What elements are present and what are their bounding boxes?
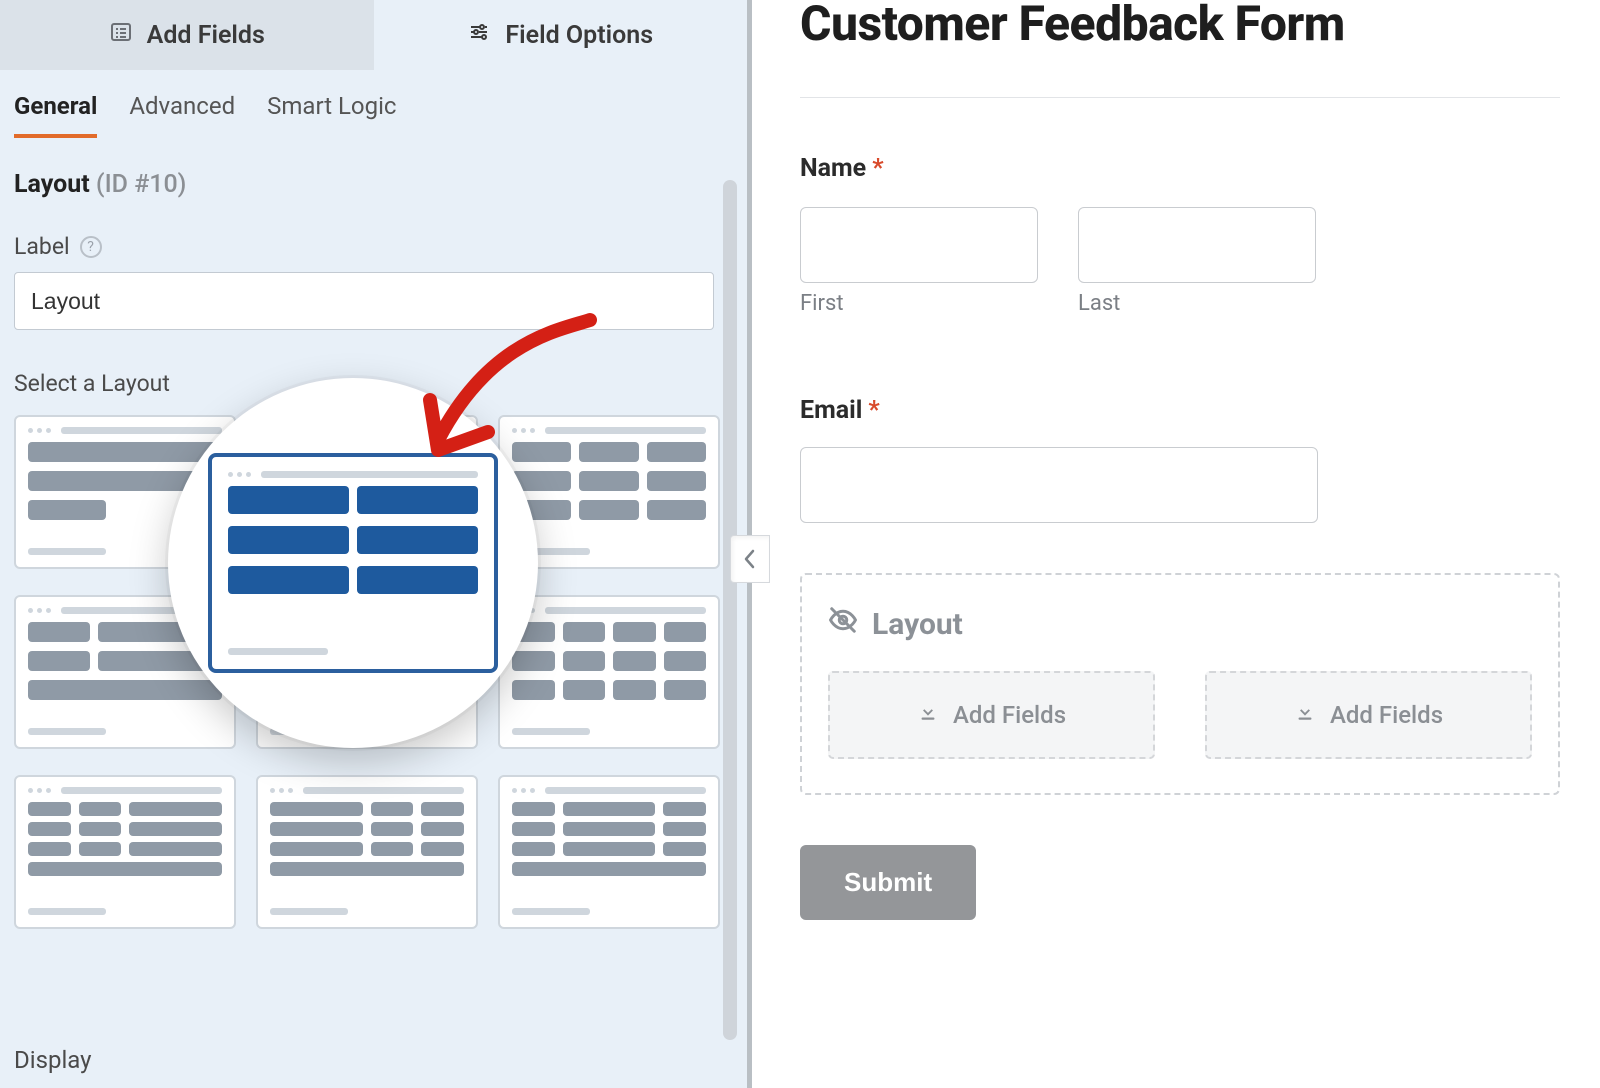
list-icon [109, 20, 133, 51]
dropzone-label: Add Fields [953, 701, 1066, 729]
last-name-sublabel: Last [1078, 291, 1316, 316]
chevron-left-icon [743, 549, 757, 569]
label-field-label: Label [14, 233, 70, 260]
email-label: Email [800, 396, 862, 425]
submit-button[interactable]: Submit [800, 845, 976, 920]
layout-option-2col-selected[interactable] [208, 453, 498, 673]
download-icon [1294, 701, 1316, 729]
name-field: Name* First Last [800, 154, 1560, 316]
name-label: Name [800, 154, 866, 183]
tab-field-options-label: Field Options [505, 21, 653, 50]
layout-option-1-2-1[interactable] [498, 775, 720, 929]
layout-option-1-1-2[interactable] [14, 775, 236, 929]
layout-block[interactable]: Layout Add Fields Add Fields [800, 573, 1560, 795]
first-name-sublabel: First [800, 291, 1038, 316]
collapse-panel-button[interactable] [730, 535, 770, 583]
panel-scrollbar[interactable] [723, 180, 737, 1060]
sub-tab-smart-logic[interactable]: Smart Logic [267, 92, 396, 138]
sub-tab-advanced[interactable]: Advanced [129, 92, 235, 138]
sub-tabs: General Advanced Smart Logic [0, 70, 747, 138]
display-section-label: Display [14, 1046, 92, 1074]
form-divider [800, 97, 1560, 98]
required-asterisk: * [872, 154, 883, 183]
email-field: Email* [800, 396, 1560, 523]
top-tabs: Add Fields Field Options [0, 0, 747, 70]
section-title: Layout (ID #10) [14, 170, 733, 199]
section-title-text: Layout [14, 170, 90, 199]
help-icon[interactable]: ? [80, 236, 102, 258]
last-name-input[interactable] [1078, 207, 1316, 283]
tab-add-fields[interactable]: Add Fields [0, 0, 374, 70]
section-id-text: (ID #10) [96, 170, 187, 199]
form-preview: Customer Feedback Form Name* First Last … [752, 0, 1600, 1088]
eye-off-icon [828, 605, 858, 643]
required-asterisk: * [868, 396, 879, 425]
layout-block-title: Layout [872, 607, 963, 642]
sub-tab-general[interactable]: General [14, 92, 97, 138]
form-title: Customer Feedback Form [800, 0, 1560, 51]
layout-option-4col[interactable] [498, 595, 720, 749]
sidebar-panel: Add Fields Field Options General Advance… [0, 0, 752, 1088]
email-input[interactable] [800, 447, 1318, 523]
tab-add-fields-label: Add Fields [147, 21, 265, 50]
layout-option-2-1-1[interactable] [256, 775, 478, 929]
dropzone-label: Add Fields [1330, 701, 1443, 729]
sliders-icon [467, 20, 491, 51]
layout-column-1-dropzone[interactable]: Add Fields [828, 671, 1155, 759]
annotation-arrow [410, 310, 610, 480]
first-name-input[interactable] [800, 207, 1038, 283]
layout-column-2-dropzone[interactable]: Add Fields [1205, 671, 1532, 759]
tab-field-options[interactable]: Field Options [374, 0, 748, 70]
download-icon [917, 701, 939, 729]
